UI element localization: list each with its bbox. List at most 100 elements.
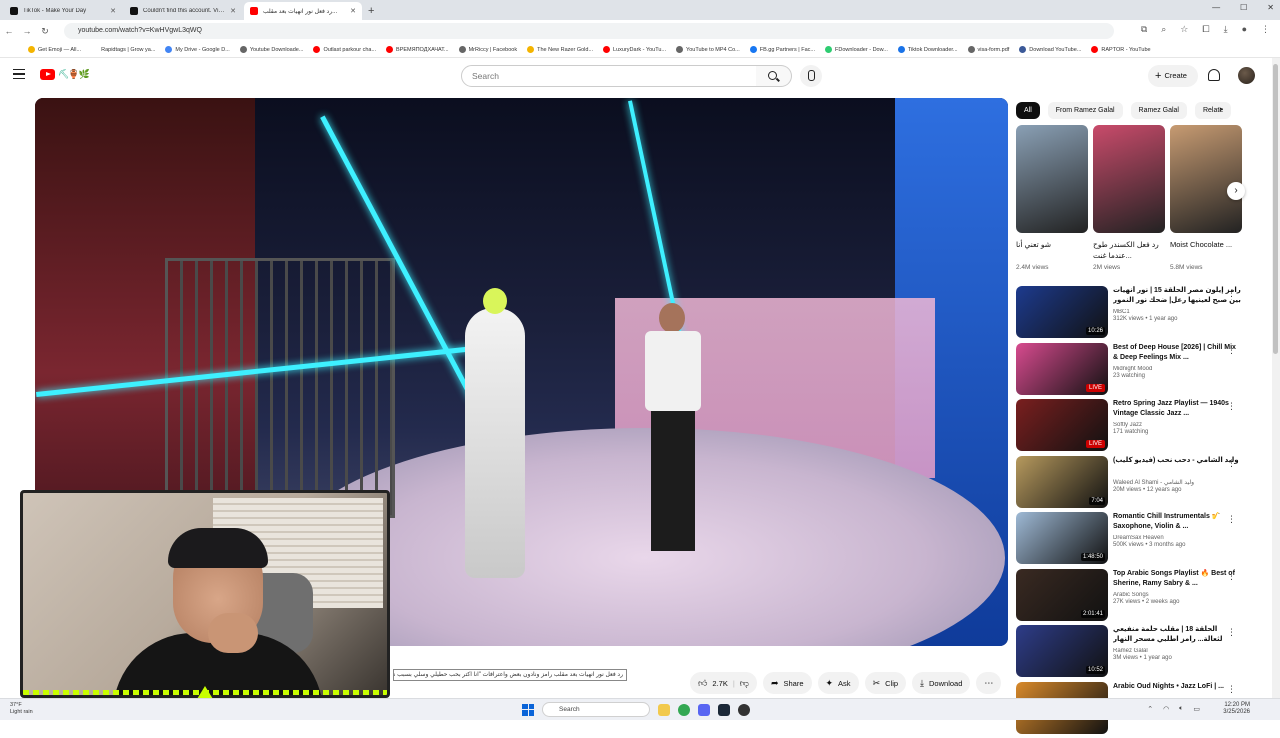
youtube-logo[interactable] — [40, 69, 55, 80]
hamburger-menu-icon[interactable] — [13, 69, 25, 79]
video-thumbnail[interactable]: LIVE — [1016, 343, 1108, 395]
recommended-video[interactable]: LIVERetro Spring Jazz Playlist — 1940s V… — [1016, 399, 1242, 456]
more-options-icon[interactable]: ⋮ — [1227, 458, 1236, 469]
browser-tab[interactable]: TikTok - Make Your Day✕ — [4, 2, 122, 20]
forward-icon[interactable]: → — [18, 26, 36, 36]
channel-name[interactable]: Softly Jazz — [1113, 422, 1242, 428]
file-explorer-icon[interactable] — [658, 704, 670, 716]
video-title[interactable]: Romantic Chill Instrumentals 🎷 Saxophone… — [1113, 512, 1242, 532]
like-button[interactable]: 👍︎ 2.7K | 👎︎ — [690, 672, 757, 694]
bookmark-item[interactable]: The New Razer Gold... — [527, 46, 593, 53]
short-thumbnail[interactable] — [1170, 125, 1242, 233]
browser-menu-icon[interactable]: ⋮ — [1261, 24, 1270, 35]
bookmark-item[interactable]: FDownloader - Dow... — [825, 46, 888, 53]
more-options-icon[interactable]: ⋮ — [1227, 401, 1236, 412]
bookmark-item[interactable]: My Drive - Google D... — [165, 46, 229, 53]
downloads-icon[interactable]: ⤓ — [1224, 24, 1228, 35]
close-tab-icon[interactable]: ✕ — [230, 7, 236, 15]
more-options-icon[interactable]: ⋮ — [1227, 288, 1236, 299]
reload-icon[interactable]: ↻ — [36, 26, 54, 37]
short-title[interactable]: رد فعل الكسندر طوح عندما غنت... — [1093, 239, 1165, 263]
short-card[interactable]: شو تعني أنا2.4M views — [1016, 125, 1088, 271]
scrollbar-thumb[interactable] — [1273, 64, 1278, 354]
short-card[interactable]: رد فعل الكسندر طوح عندما غنت...2M views — [1093, 125, 1165, 271]
bookmark-item[interactable]: YouTube to MP4 Co... — [676, 46, 740, 53]
video-title[interactable]: رامز إيلون مصر الحلقة 15 | نور أنهيات بي… — [1113, 286, 1242, 306]
video-thumbnail[interactable]: 1:48:50 — [1016, 512, 1108, 564]
bookmark-item[interactable]: visa-form.pdf — [968, 46, 1010, 53]
filter-chip[interactable]: All — [1016, 102, 1040, 119]
recommended-video[interactable]: LIVEBest of Deep House [2026] | Chill Mi… — [1016, 343, 1242, 400]
close-tab-icon[interactable]: ✕ — [350, 7, 356, 15]
discord-icon[interactable] — [698, 704, 710, 716]
battery-icon[interactable]: ▭ — [1193, 705, 1200, 713]
app-icon[interactable] — [738, 704, 750, 716]
maximize-icon[interactable]: ☐ — [1240, 3, 1247, 12]
minimize-icon[interactable]: — — [1212, 3, 1220, 12]
more-actions-button[interactable]: ⋯ — [976, 672, 1001, 694]
recommended-video[interactable]: 7:04وليد الشامي - دحب نحب (فيديو كليب)Wa… — [1016, 456, 1242, 513]
share-button[interactable]: ➦Share — [763, 672, 812, 694]
short-title[interactable]: Moist Chocolate ... — [1170, 239, 1242, 263]
channel-name[interactable]: Waleed Al Shami - وليد الشامي — [1113, 479, 1242, 486]
zoom-icon[interactable]: ⌕ — [1161, 24, 1166, 35]
close-tab-icon[interactable]: ✕ — [110, 7, 116, 15]
page-scrollbar[interactable] — [1272, 58, 1280, 698]
bookmark-item[interactable]: Get Emoji — All... — [28, 46, 81, 53]
channel-name[interactable]: Midnight Mood — [1113, 366, 1242, 372]
more-options-icon[interactable]: ⋮ — [1227, 571, 1236, 582]
video-thumbnail[interactable]: 10:26 — [1016, 286, 1108, 338]
video-title[interactable]: الحلقة 18 | مقلب حلمة منفيعي لثعالة... ر… — [1113, 625, 1242, 645]
notifications-icon[interactable] — [1208, 69, 1220, 81]
profile-icon[interactable]: ● — [1242, 24, 1247, 35]
download-button[interactable]: ⤓Download — [912, 672, 970, 694]
new-tab-icon[interactable]: + — [368, 2, 374, 20]
clock[interactable]: 12:20 PM 3/25/2026 — [1223, 702, 1250, 716]
create-button[interactable]: +Create — [1148, 65, 1198, 87]
taskbar-search[interactable]: Search — [542, 702, 650, 717]
channel-name[interactable]: MBC1 — [1113, 309, 1242, 315]
weather-widget[interactable]: 37°F Light rain — [10, 702, 33, 716]
channel-name[interactable]: Ramez Galal — [1113, 648, 1242, 654]
bookmark-item[interactable]: LuxuryDark - YouTu... — [603, 46, 666, 53]
bookmark-item[interactable]: ВРЕМЯПОДХАЧАТ... — [386, 46, 449, 53]
recommended-video[interactable]: 10:26رامز إيلون مصر الحلقة 15 | نور أنهي… — [1016, 286, 1242, 343]
bookmark-item[interactable]: MrRiccy | Facebook — [459, 46, 518, 53]
voice-search-icon[interactable] — [800, 65, 822, 87]
short-title[interactable]: شو تعني أنا — [1016, 239, 1088, 263]
more-options-icon[interactable]: ⋮ — [1227, 345, 1236, 356]
chevron-up-icon[interactable]: ⌃ — [1147, 705, 1153, 713]
video-title[interactable]: Retro Spring Jazz Playlist — 1940s Vinta… — [1113, 399, 1242, 419]
video-title[interactable]: Top Arabic Songs Playlist 🔥 Best of Sher… — [1113, 569, 1242, 589]
chevron-right-icon[interactable]: › — [1219, 104, 1222, 115]
shorts-next-button[interactable]: › — [1227, 182, 1245, 200]
bookmark-item[interactable]: Youtube Downloade... — [240, 46, 304, 53]
filter-chip[interactable]: Relate — [1195, 102, 1231, 119]
bookmark-item[interactable]: FB.gg Partners | Fac... — [750, 46, 815, 53]
browser-tab[interactable]: رد فعل نور انهيات بعد مقلب...✕ — [244, 2, 362, 20]
doodle-logo[interactable]: ⛏🏺🌿 — [58, 69, 89, 80]
video-title[interactable]: وليد الشامي - دحب نحب (فيديو كليب) — [1113, 456, 1242, 476]
recommended-video[interactable]: 10:52الحلقة 18 | مقلب حلمة منفيعي لثعالة… — [1016, 625, 1242, 682]
more-options-icon[interactable]: ⋮ — [1227, 684, 1236, 695]
recommended-video[interactable]: 1:48:50Romantic Chill Instrumentals 🎷 Sa… — [1016, 512, 1242, 569]
bookmark-item[interactable]: Tiktok Downloader... — [898, 46, 958, 53]
filter-chip[interactable]: From Ramez Galal — [1048, 102, 1123, 119]
video-thumbnail[interactable]: 2:01:41 — [1016, 569, 1108, 621]
video-thumbnail[interactable]: LIVE — [1016, 399, 1108, 451]
install-icon[interactable]: ⧉ — [1141, 24, 1147, 35]
bookmark-item[interactable]: RAPTOR - YouTube — [1091, 46, 1150, 53]
bookmark-star-icon[interactable]: ☆ — [1180, 24, 1188, 35]
channel-name[interactable]: DreamSax Heaven — [1113, 535, 1242, 541]
wifi-icon[interactable]: ◠ — [1163, 705, 1169, 713]
browser-tab[interactable]: Couldn't find this account. Visi...✕ — [124, 2, 242, 20]
short-thumbnail[interactable] — [1016, 125, 1088, 233]
filter-chip[interactable]: Ramez Galal — [1131, 102, 1187, 119]
ask-button[interactable]: ✦Ask — [818, 672, 859, 694]
back-icon[interactable]: ← — [0, 26, 18, 36]
channel-name[interactable]: Arabic Songs — [1113, 592, 1242, 598]
volume-icon[interactable]: 🔈︎ — [1179, 705, 1183, 713]
steam-icon[interactable] — [718, 704, 730, 716]
video-title[interactable]: Best of Deep House [2026] | Chill Mix & … — [1113, 343, 1242, 363]
more-options-icon[interactable]: ⋮ — [1227, 514, 1236, 525]
